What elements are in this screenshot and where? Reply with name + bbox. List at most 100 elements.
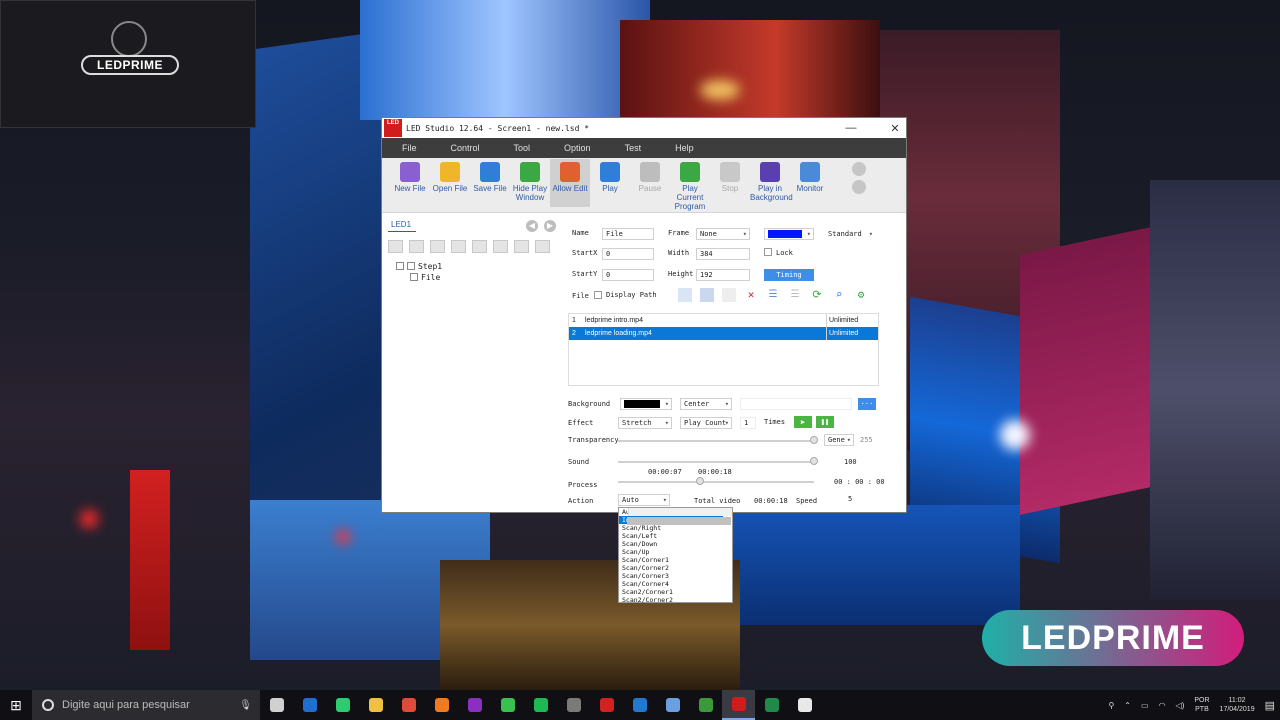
width-field[interactable]: 384 [696,248,750,260]
action-option[interactable]: Scan/Left [619,532,723,540]
transparency-mode-select[interactable]: Gene [824,434,854,446]
move-up-icon[interactable] [472,240,487,253]
taskbar-app-explorer[interactable] [359,690,392,720]
taskbar-search[interactable]: Digite aqui para pesquisar 🎙 [32,690,260,720]
lock-checkbox[interactable] [764,248,772,256]
action-option[interactable]: Scan/Corner4 [619,580,723,588]
preview-play-button[interactable]: ▶ [794,416,812,428]
lock-icon[interactable] [852,162,866,176]
volume-icon[interactable]: ◁) [1176,701,1185,710]
action-option[interactable]: Scan/Up [619,548,723,556]
timing-button[interactable]: Timing [764,269,814,281]
notifications-icon[interactable]: ▤ [1265,699,1275,712]
menu-tool[interactable]: Tool [514,143,531,153]
action-option[interactable]: Scan/Corner2 [619,564,723,572]
move-bottom-icon[interactable]: ☰ [788,288,802,302]
toolbar-button-allow-edit[interactable]: Allow Edit [550,159,590,207]
menu-control[interactable]: Control [451,143,480,153]
background-color-select[interactable] [620,398,672,410]
background-path-field[interactable] [740,398,852,410]
effect-select[interactable]: Stretch [618,417,672,429]
add-media-icon[interactable] [700,288,714,302]
network-icon[interactable]: ▭ [1141,701,1149,710]
move-top-icon[interactable]: ☰ [766,288,780,302]
taskbar-app-firefox[interactable] [425,690,458,720]
action-option[interactable]: Scan/Right [619,524,723,532]
speed-value[interactable]: 5 [848,495,852,503]
file-row[interactable]: 1 ledprime intro.mp4 Unlimited [569,314,878,327]
toolbar-button-save-file[interactable]: Save File [470,162,510,193]
minimize-button[interactable]: — [840,122,862,135]
title-bar[interactable]: LED LED Studio 12.64 - Screen1 - new.lsd… [382,118,906,138]
taskbar-app-spotify[interactable] [524,690,557,720]
action-option[interactable]: Scan2/Corner1 [619,588,723,596]
frame-select[interactable]: None [696,228,750,240]
settings-icon[interactable] [852,180,866,194]
chevron-up-icon[interactable]: ⌃ [1124,701,1131,710]
add-file-icon[interactable] [678,288,692,302]
sound-slider[interactable] [618,461,814,463]
menu-option[interactable]: Option [564,143,591,153]
wifi-icon[interactable]: ◠ [1159,701,1166,710]
taskbar-app-wechat[interactable] [491,690,524,720]
taskbar-app-store[interactable] [557,690,590,720]
add-program-icon[interactable] [388,240,403,253]
delete-icon[interactable] [514,240,529,253]
edit-file-icon[interactable] [722,288,736,302]
display-path-checkbox[interactable] [594,291,602,299]
close-button[interactable]: ✕ [884,122,906,135]
gear-icon[interactable]: ⚙ [854,288,868,302]
sound-knob[interactable] [810,457,818,465]
clock[interactable]: 11:02 17/04/2019 [1220,696,1255,714]
toolbar-button-new-file[interactable]: New File [390,162,430,193]
style-select[interactable]: Standard [824,228,876,240]
file-row[interactable]: 2 ledprime loading.mp4 Unlimited [569,327,878,340]
menu-file[interactable]: File [402,143,417,153]
action-select[interactable]: Auto [618,494,670,506]
taskbar-app-teamviewer[interactable] [623,690,656,720]
taskbar-app-excel[interactable] [755,690,788,720]
paste-icon[interactable] [451,240,466,253]
toolbar-button-hide-play-window[interactable]: Hide Play Window [510,162,550,202]
dropdown-scrollbar[interactable] [627,508,732,525]
taskbar-app-task-view[interactable] [260,690,293,720]
starty-field[interactable]: 0 [602,269,654,281]
times-field[interactable]: 1 [740,417,756,429]
taskbar-app-whatsapp[interactable] [326,690,359,720]
toolbar-button-open-file[interactable]: Open File [430,162,470,193]
background-align-select[interactable]: Center [680,398,732,410]
expand-icon[interactable] [396,262,404,270]
taskbar-app-led-studio[interactable] [722,690,755,720]
tree-node-step1[interactable]: Step1 [388,261,560,272]
taskbar-app-chrome[interactable] [392,690,425,720]
windows-start-icon[interactable]: ⊞ [0,697,32,714]
move-down-icon[interactable] [493,240,508,253]
preview-pause-button[interactable]: ❚❚ [816,416,834,428]
copy-icon[interactable] [430,240,445,253]
process-knob[interactable] [696,477,704,485]
height-field[interactable]: 192 [696,269,750,281]
menu-test[interactable]: Test [625,143,642,153]
menu-help[interactable]: Help [675,143,694,153]
add-step-icon[interactable] [409,240,424,253]
transparency-knob[interactable] [810,436,818,444]
action-option[interactable]: Scan/Down [619,540,723,548]
toolbar-button-stop[interactable]: Stop [710,162,750,193]
taskbar-app-terminal[interactable] [788,690,821,720]
dropdown-scroll-thumb[interactable] [627,517,731,525]
name-field[interactable]: File [602,228,654,240]
taskbar-app-3d[interactable] [656,690,689,720]
people-icon[interactable]: ⚲ [1108,701,1114,710]
transparency-slider[interactable] [618,440,814,442]
action-option[interactable]: Scan/Corner1 [619,556,723,564]
tree-node-file[interactable]: File [388,272,560,283]
tab-led1[interactable]: LED1 [388,218,416,232]
next-arrow-icon[interactable]: ▶ [544,220,556,232]
prev-arrow-icon[interactable]: ◀ [526,220,538,232]
toolbar-button-play-in-background[interactable]: Play in Background [750,162,793,202]
color-select[interactable] [764,228,814,240]
taskbar-app-onenote[interactable] [458,690,491,720]
play-count-select[interactable]: Play Count [680,417,732,429]
refresh-icon[interactable]: ⟳ [810,288,824,302]
toolbar-button-pause[interactable]: Pause [630,162,670,193]
